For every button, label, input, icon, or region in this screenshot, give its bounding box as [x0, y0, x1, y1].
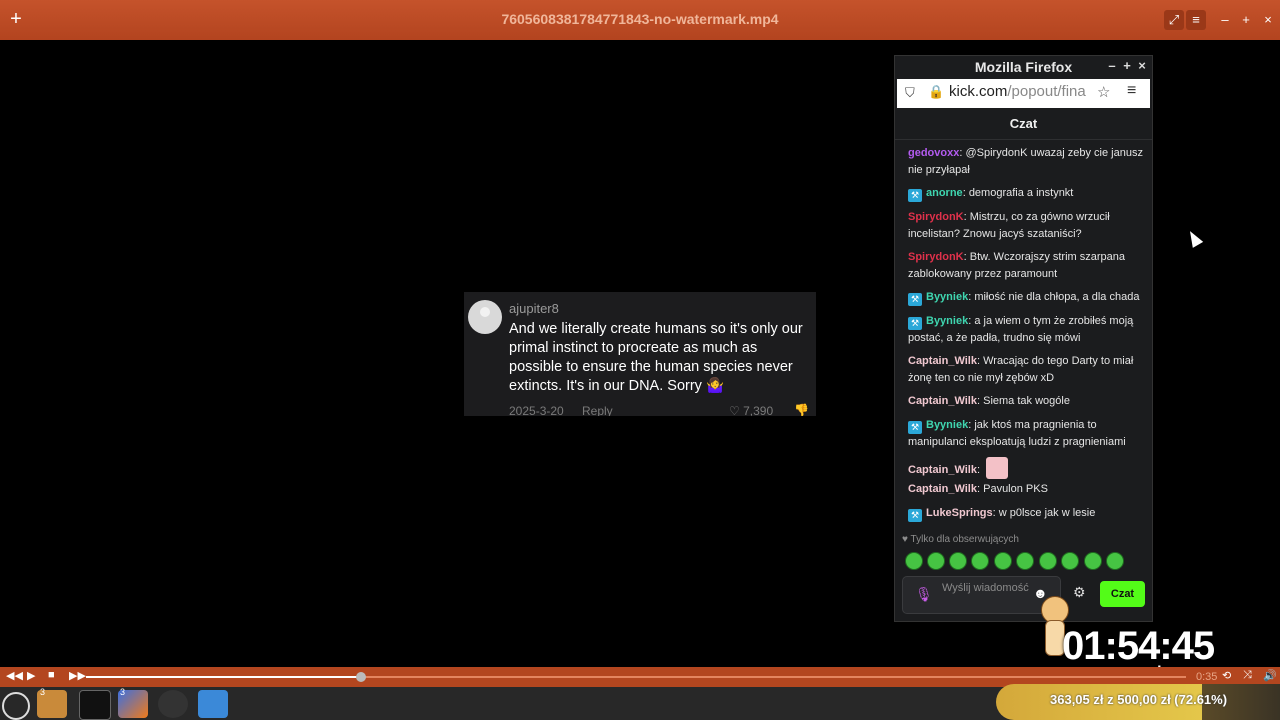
- lock-icon[interactable]: 🔒: [928, 84, 944, 100]
- emote-icon[interactable]: [994, 552, 1012, 570]
- chat-username: Captain_Wilk: [908, 483, 977, 495]
- url-text[interactable]: kick.com/popout/fina: [949, 83, 1095, 100]
- stop-icon[interactable]: ■: [48, 669, 55, 681]
- emote-icon[interactable]: [905, 552, 923, 570]
- shield-icon[interactable]: ⛉: [905, 85, 915, 101]
- emote-icon[interactable]: [1061, 552, 1079, 570]
- chat-message: Captain_Wilk: Pavulon PKS: [908, 483, 1048, 495]
- seek-handle[interactable]: [356, 672, 366, 682]
- volume-icon[interactable]: 🔊: [1263, 669, 1277, 682]
- chat-message: ⚒ Byyniek: jak ktoś ma pragnienia to mani…: [908, 419, 1126, 448]
- send-chat-button[interactable]: Czat: [1100, 581, 1145, 607]
- badge-icon: ⚒: [908, 293, 922, 306]
- chat-username: SpirydonK: [908, 251, 964, 263]
- fast-forward-icon[interactable]: ▶▶: [69, 669, 86, 682]
- dislike-icon: 👎: [794, 403, 809, 416]
- window-titlebar: + 7605608381784771843-no-watermark.mp4 ⤢…: [0, 0, 1280, 40]
- chat-message: Captain_Wilk: Wracając do tego Darty to …: [908, 355, 1134, 384]
- video-player-icon[interactable]: [198, 690, 228, 718]
- donation-goal-bar: 363,05 zł z 500,00 zł (72.61%): [996, 684, 1280, 720]
- avatar: [468, 300, 502, 334]
- video-comment-card: ajupiter8 And we literally create humans…: [464, 292, 816, 416]
- stream-timer: 01:54:45: [1062, 624, 1215, 668]
- menu-icon[interactable]: [2, 692, 30, 720]
- loop-icon[interactable]: ⟲: [1222, 669, 1231, 682]
- shuffle-icon[interactable]: ⤨: [1243, 669, 1252, 682]
- like-count: 7,390: [743, 404, 774, 416]
- maximize-icon[interactable]: +: [1236, 10, 1256, 30]
- chat-title: Czat: [895, 109, 1152, 140]
- chat-username: LukeSprings: [926, 507, 993, 519]
- reply-link: Reply: [582, 404, 613, 416]
- chat-username: Byyniek: [926, 419, 969, 431]
- chat-message: Captain_Wilk:: [908, 457, 1146, 479]
- firefox-chat-window: Mozilla Firefox – + × ⛉ 🔒 kick.com/popou…: [894, 55, 1153, 622]
- rewind-icon[interactable]: ◀◀: [6, 669, 23, 682]
- badge-icon: ⚒: [908, 189, 922, 202]
- emote-icon[interactable]: [949, 552, 967, 570]
- badge-icon: ⚒: [908, 421, 922, 434]
- fullscreen-icon[interactable]: ⤢: [1164, 10, 1184, 30]
- chat-message: ⚒ anorne: demografia a instynkt: [908, 185, 1146, 202]
- emote-icon: [986, 457, 1009, 479]
- chat-message: SpirydonK: Btw. Wczorajszy strim szarpan…: [908, 251, 1126, 280]
- chat-username: SpirydonK: [908, 211, 964, 223]
- play-icon[interactable]: ▶: [27, 669, 35, 682]
- terminal-icon[interactable]: [79, 690, 111, 720]
- emote-bar: [903, 552, 1143, 572]
- menu-icon[interactable]: ≡: [1186, 10, 1206, 30]
- gear-icon[interactable]: ⚙: [1073, 584, 1086, 601]
- chat-username: Byyniek: [926, 315, 969, 327]
- comment-text: And we literally create humans so it's o…: [509, 321, 803, 394]
- chat-message: gedovoxx: @SpirydonK uwazaj zeby cie jan…: [908, 147, 1143, 176]
- emote-icon[interactable]: [1016, 552, 1034, 570]
- window-title: 7605608381784771843-no-watermark.mp4: [501, 11, 779, 27]
- chat-message: ⚒ Byyniek: a ja wiem o tym że zrobiłeś mo…: [908, 315, 1134, 344]
- close-icon[interactable]: ×: [1258, 10, 1278, 30]
- chat-message: SpirydonK: Mistrzu, co za gówno wrzucił …: [908, 211, 1110, 240]
- chat-username: Captain_Wilk: [908, 395, 977, 407]
- bookmark-star-icon[interactable]: ☆: [1097, 83, 1110, 101]
- minimize-icon[interactable]: –: [1215, 10, 1235, 30]
- seek-bar-fill: [86, 676, 361, 678]
- minimize-icon[interactable]: –: [1105, 58, 1119, 73]
- microphone-icon[interactable]: 🎙: [915, 586, 933, 603]
- firefox-titlebar: Mozilla Firefox – + ×: [895, 56, 1152, 78]
- emote-icon[interactable]: [1039, 552, 1057, 570]
- seek-bar[interactable]: [86, 672, 1186, 682]
- chat-username: anorne: [926, 187, 963, 199]
- hamburger-menu-icon[interactable]: ≡: [1127, 82, 1136, 100]
- badge-icon: ⚒: [908, 509, 922, 522]
- obs-icon[interactable]: [158, 690, 188, 718]
- followers-only-notice: ♥ Tylko dla obserwujących: [902, 534, 1019, 545]
- donation-goal-text: 363,05 zł z 500,00 zł (72.61%): [1050, 692, 1228, 707]
- chat-message: Captain_Wilk: Siema tak wogóle: [908, 395, 1070, 407]
- comment-username: ajupiter8: [509, 301, 559, 316]
- time-display: 0:35: [1196, 671, 1218, 683]
- window-count-badge: 3: [40, 687, 46, 697]
- heart-icon: ♡: [729, 404, 740, 416]
- comment-date: 2025-3-20: [509, 404, 564, 416]
- emote-icon[interactable]: [1084, 552, 1102, 570]
- emote-icon[interactable]: [927, 552, 945, 570]
- heart-icon: ♥: [902, 534, 908, 545]
- address-bar[interactable]: ⛉ 🔒 kick.com/popout/fina ☆ ≡: [897, 79, 1150, 108]
- chat-input-placeholder[interactable]: Wyślij wiadomość: [942, 582, 1032, 595]
- chat-username: Captain_Wilk: [908, 464, 977, 476]
- chat-username: gedovoxx: [908, 147, 960, 159]
- badge-icon: ⚒: [908, 317, 922, 330]
- chat-message: ⚒ Byyniek: miłość nie dla chłopa, a dla c…: [908, 289, 1146, 306]
- maximize-icon[interactable]: +: [1120, 58, 1134, 73]
- chat-username: Byyniek: [926, 291, 969, 303]
- close-icon[interactable]: ×: [1135, 58, 1149, 73]
- chat-username: Captain_Wilk: [908, 355, 977, 367]
- window-count-badge: 3: [120, 687, 126, 697]
- chat-message: ⚒ LukeSprings: w p0lsce jak w lesie: [908, 505, 1146, 522]
- emote-icon[interactable]: [971, 552, 989, 570]
- emote-icon[interactable]: [1106, 552, 1124, 570]
